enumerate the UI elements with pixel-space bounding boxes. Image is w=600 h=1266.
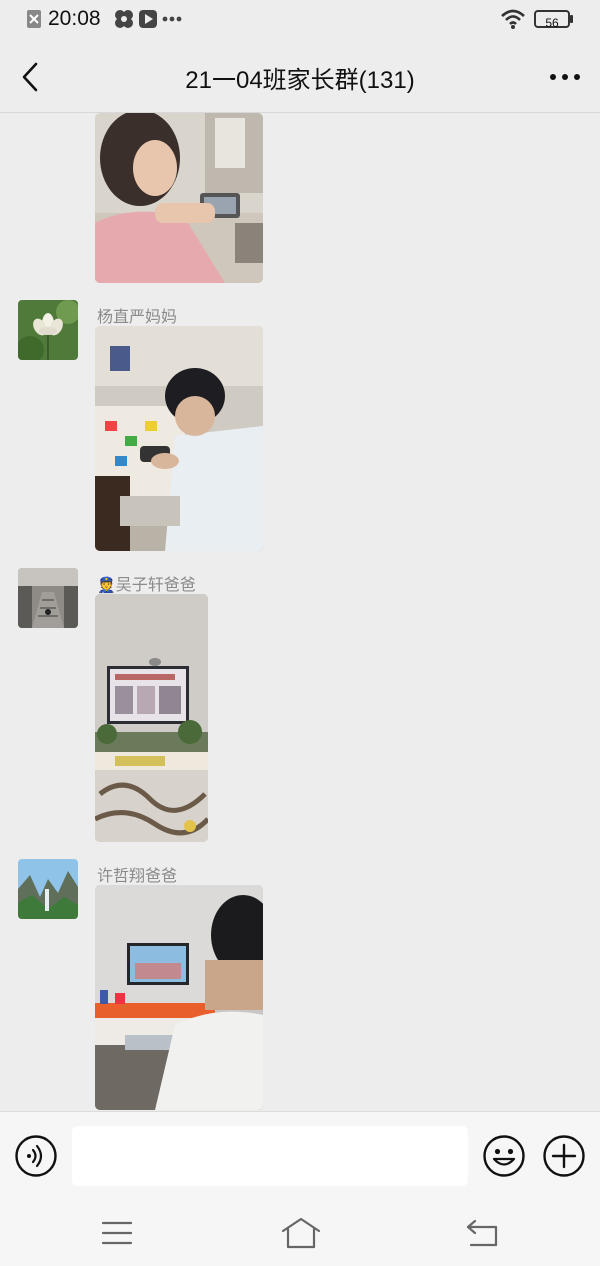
- page-title: 21一04班家长群(131): [185, 67, 415, 94]
- battery-icon: 56: [534, 10, 570, 30]
- system-navigation-bar: [0, 1201, 600, 1266]
- more-horizontal-icon[interactable]: [548, 68, 582, 86]
- emoji-icon[interactable]: [482, 1134, 526, 1178]
- photo-man-tv: [95, 885, 263, 1110]
- photo-boy-desk: [95, 326, 263, 551]
- message-photo[interactable]: [95, 885, 263, 1110]
- more-dots-icon: [162, 16, 182, 22]
- avatar[interactable]: [18, 300, 78, 360]
- status-bar: 20:08 56: [0, 0, 600, 40]
- battery-level: 56: [545, 16, 559, 30]
- battery-tip: [570, 15, 573, 23]
- mountain-avatar-image: [18, 859, 78, 919]
- photo-girl-tablet: [95, 113, 263, 283]
- sender-name: 许哲翔爸爸: [97, 866, 178, 885]
- play-icon: [139, 10, 157, 28]
- lotus-avatar-image: [18, 300, 78, 360]
- message-photo[interactable]: [95, 113, 263, 283]
- wifi-icon: [501, 9, 525, 29]
- home-icon[interactable]: [281, 1215, 321, 1251]
- plus-icon[interactable]: [542, 1134, 586, 1178]
- notification-icon: [27, 10, 41, 28]
- chat-header: 21一04班家长群(131): [0, 40, 600, 113]
- sender-name: 杨直严妈妈: [97, 307, 178, 326]
- menu-icon[interactable]: [97, 1215, 137, 1251]
- sender-name-row: 👮吴子轩爸爸: [97, 571, 196, 595]
- pinwheel-icon: [115, 10, 133, 28]
- chat-messages[interactable]: 杨直严妈妈 👮吴子轩爸爸 许哲翔爸爸: [0, 113, 600, 1111]
- photo-living-room-tv: [95, 594, 208, 842]
- message-photo[interactable]: [95, 326, 263, 551]
- avatar[interactable]: [18, 859, 78, 919]
- voice-icon[interactable]: [14, 1134, 58, 1178]
- avatar[interactable]: [18, 568, 78, 628]
- sender-name: 吴子轩爸爸: [115, 575, 196, 594]
- message-input-bar: [0, 1111, 600, 1202]
- status-time: 20:08: [48, 7, 101, 30]
- police-emoji-icon: 👮: [97, 576, 116, 594]
- back-icon[interactable]: [463, 1215, 503, 1251]
- stairway-avatar-image: [18, 568, 78, 628]
- message-input[interactable]: [72, 1126, 468, 1186]
- message-photo[interactable]: [95, 594, 208, 842]
